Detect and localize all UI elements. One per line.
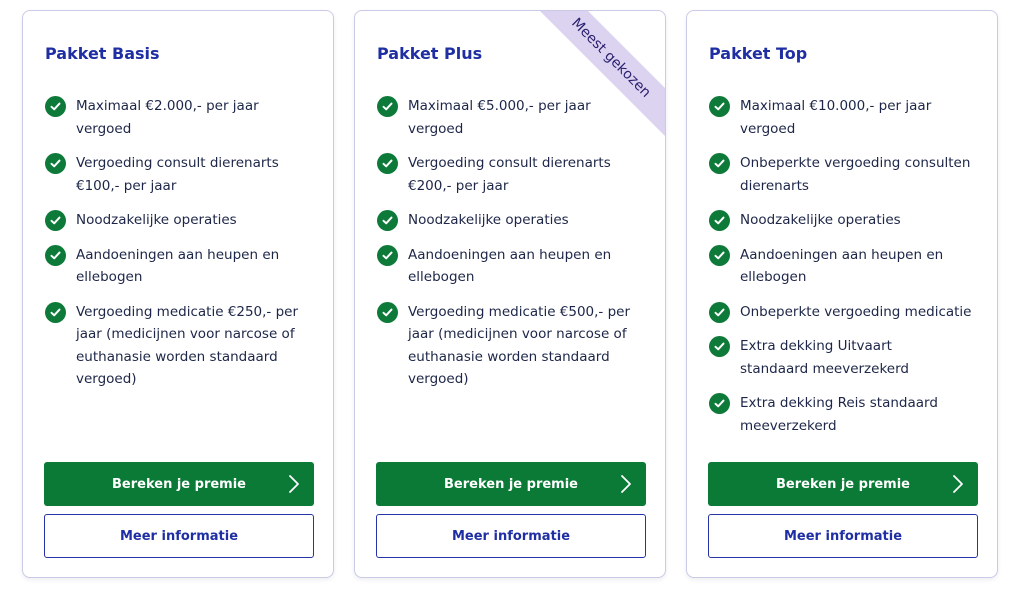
feature-text: Vergoeding consult dierenarts €100,- per…: [76, 155, 279, 194]
calculate-premium-button[interactable]: Bereken je premie: [44, 462, 314, 506]
check-circle-icon: [45, 210, 66, 231]
plan-card-top: Pakket Top Maximaal €10.000,- per jaar v…: [686, 10, 998, 578]
plan-title: Pakket Top: [709, 44, 808, 63]
chevron-right-icon: [289, 475, 299, 493]
feature-text: Extra dekking Uitvaart standaard meeverz…: [740, 338, 909, 377]
feature-text: Extra dekking Reis standaard meeverzeker…: [740, 395, 938, 434]
feature-item: Extra dekking Uitvaart standaard meeverz…: [709, 335, 959, 380]
check-circle-icon: [709, 153, 730, 174]
feature-text: Vergoeding medicatie €250,- per jaar (me…: [76, 303, 299, 388]
feature-list: Maximaal €2.000,- per jaar vergoed Vergo…: [45, 95, 317, 403]
feature-text: Aandoeningen aan heupen en ellebogen: [76, 246, 280, 286]
check-circle-icon: [709, 393, 730, 414]
feature-text: Maximaal €10.000,- per jaar vergoed: [740, 98, 932, 137]
button-label: Bereken je premie: [112, 476, 246, 492]
feature-list: Maximaal €10.000,- per jaar vergoed Onbe…: [709, 95, 981, 449]
calculate-premium-button[interactable]: Bereken je premie: [376, 462, 646, 506]
chevron-right-icon: [621, 475, 631, 493]
check-circle-icon: [45, 153, 66, 174]
button-label: Meer informatie: [451, 528, 571, 544]
plan-card-plus: Meest gekozen Pakket Plus Maximaal €5.00…: [354, 10, 666, 578]
feature-item: Aandoeningen aan heupen en ellebogen: [709, 244, 964, 289]
check-circle-icon: [377, 153, 398, 174]
feature-item: Maximaal €10.000,- per jaar vergoed: [709, 95, 939, 140]
feature-text: Maximaal €2.000,- per jaar vergoed: [76, 98, 259, 137]
feature-text: Aandoeningen aan heupen en ellebogen: [408, 246, 612, 286]
feature-text: Noodzakelijke operaties: [740, 212, 901, 228]
feature-item: Maximaal €5.000,- per jaar vergoed: [377, 95, 607, 140]
feature-item: Onbeperkte vergoeding medicatie: [709, 301, 981, 324]
plan-card-basis: Pakket Basis Maximaal €2.000,- per jaar …: [22, 10, 334, 578]
feature-item: Onbeperkte vergoeding consulten dierenar…: [709, 152, 981, 197]
check-circle-icon: [377, 96, 398, 117]
feature-item: Vergoeding consult dierenarts €100,- per…: [45, 152, 295, 197]
check-circle-icon: [709, 244, 730, 266]
calculate-premium-button[interactable]: Bereken je premie: [708, 462, 978, 506]
feature-list: Maximaal €5.000,- per jaar vergoed Vergo…: [377, 95, 649, 403]
feature-text: Onbeperkte vergoeding medicatie: [740, 303, 972, 320]
feature-item: Maximaal €2.000,- per jaar vergoed: [45, 95, 275, 140]
plan-title: Pakket Plus: [377, 44, 483, 63]
check-circle-icon: [377, 210, 398, 231]
feature-item: Aandoeningen aan heupen en ellebogen: [45, 244, 300, 289]
feature-item: Extra dekking Reis standaard meeverzeker…: [709, 392, 949, 437]
check-circle-icon: [377, 244, 398, 266]
feature-text: Vergoeding medicatie €500,- per jaar (me…: [408, 303, 631, 388]
feature-item: Aandoeningen aan heupen en ellebogen: [377, 244, 632, 289]
feature-item: Vergoeding medicatie €500,- per jaar (me…: [377, 301, 649, 391]
check-circle-icon: [709, 336, 730, 357]
more-info-button[interactable]: Meer informatie: [708, 514, 978, 558]
check-circle-icon: [377, 301, 398, 323]
feature-item: Noodzakelijke operaties: [709, 209, 981, 232]
chevron-right-icon: [953, 475, 963, 493]
plan-title: Pakket Basis: [45, 44, 160, 63]
feature-item: Noodzakelijke operaties: [377, 209, 649, 232]
feature-text: Noodzakelijke operaties: [76, 212, 237, 228]
check-circle-icon: [45, 96, 66, 117]
check-circle-icon: [709, 210, 730, 231]
button-label: Bereken je premie: [776, 476, 910, 492]
check-circle-icon: [709, 301, 730, 323]
feature-item: Vergoeding medicatie €250,- per jaar (me…: [45, 301, 317, 391]
more-info-button[interactable]: Meer informatie: [44, 514, 314, 558]
feature-text: Vergoeding consult dierenarts €200,- per…: [408, 155, 611, 194]
feature-text: Noodzakelijke operaties: [408, 212, 569, 228]
button-label: Bereken je premie: [444, 476, 578, 492]
button-label: Meer informatie: [783, 528, 903, 544]
button-label: Meer informatie: [119, 528, 239, 544]
check-circle-icon: [45, 301, 66, 323]
feature-item: Noodzakelijke operaties: [45, 209, 317, 232]
check-circle-icon: [45, 244, 66, 266]
feature-text: Maximaal €5.000,- per jaar vergoed: [408, 98, 591, 137]
feature-text: Onbeperkte vergoeding consulten dierenar…: [740, 155, 971, 194]
feature-item: Vergoeding consult dierenarts €200,- per…: [377, 152, 627, 197]
more-info-button[interactable]: Meer informatie: [376, 514, 646, 558]
feature-text: Aandoeningen aan heupen en ellebogen: [740, 246, 944, 286]
check-circle-icon: [709, 96, 730, 117]
